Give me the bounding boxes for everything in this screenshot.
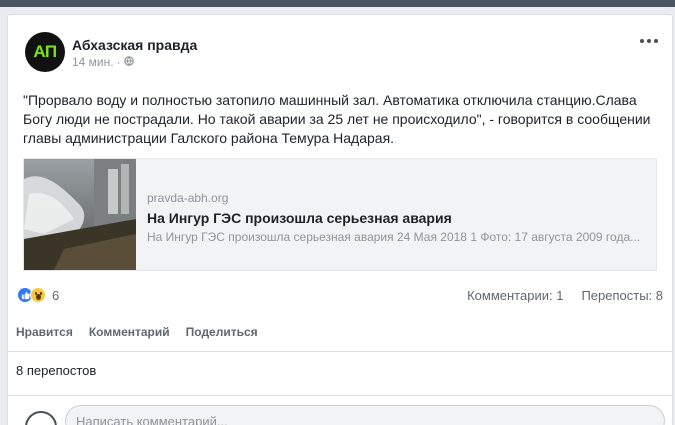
divider <box>8 351 672 352</box>
top-bar <box>0 0 675 7</box>
avatar-text: АП <box>33 42 57 61</box>
action-bar: Нравится Комментарий Поделиться <box>16 325 258 339</box>
link-thumbnail[interactable] <box>24 159 136 270</box>
comment-input[interactable] <box>65 405 665 425</box>
meta-separator: · <box>116 55 121 69</box>
post-text: "Прорвало воду и полностью затопило маши… <box>23 92 651 146</box>
more-options-icon[interactable] <box>640 39 658 43</box>
post-card: АП Абхазская правда 14 мин. · "Прорвало … <box>7 14 673 425</box>
post-time[interactable]: 14 мин. <box>72 55 114 69</box>
link-preview[interactable]: pravda-abh.org На Ингур ГЭС произошла се… <box>23 158 657 271</box>
reaction-count: 6 <box>52 287 60 303</box>
link-domain: pravda-abh.org <box>147 191 229 205</box>
shares-count[interactable]: Перепосты: 8 <box>581 288 663 303</box>
share-button[interactable]: Поделиться <box>186 325 258 339</box>
page-name-link[interactable]: Абхазская правда <box>72 37 197 53</box>
engagement-counts: Комментарии: 1 Перепосты: 8 <box>467 288 663 303</box>
divider <box>8 395 672 396</box>
comment-button[interactable]: Комментарий <box>89 325 170 339</box>
globe-icon <box>123 55 134 69</box>
reactions-summary[interactable]: 6 <box>17 287 59 303</box>
comments-count[interactable]: Комментарии: 1 <box>467 288 563 303</box>
wow-reaction-icon <box>30 287 46 303</box>
link-description: На Ингур ГЭС произошла серьезная авария … <box>147 230 641 244</box>
link-title[interactable]: На Ингур ГЭС произошла серьезная авария <box>147 210 647 226</box>
page-avatar[interactable]: АП <box>25 32 65 72</box>
like-button[interactable]: Нравится <box>16 325 73 339</box>
post-meta: 14 мин. · <box>72 55 134 69</box>
shares-summary[interactable]: 8 перепостов <box>16 363 96 378</box>
user-avatar <box>25 411 57 425</box>
link-info: pravda-abh.org На Ингур ГЭС произошла се… <box>136 159 647 270</box>
